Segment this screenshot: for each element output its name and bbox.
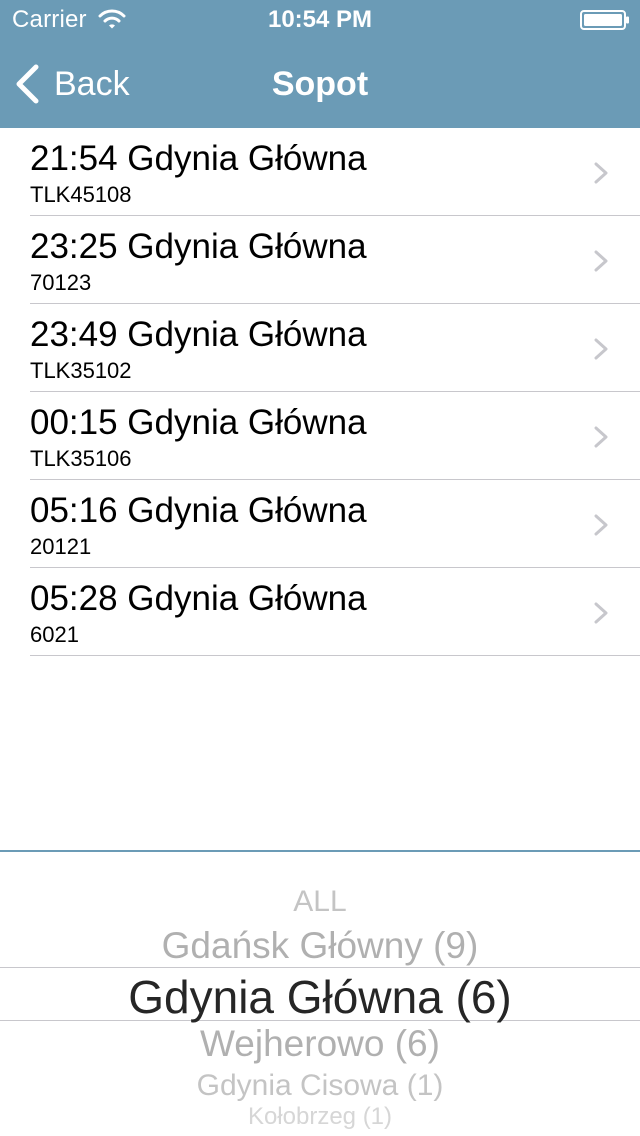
row-divider xyxy=(30,655,640,656)
battery-icon xyxy=(580,10,629,30)
train-number: 70123 xyxy=(30,270,92,295)
train-number: TLK35106 xyxy=(30,446,132,471)
train-list: 21:54 Gdynia Główna TLK45108 23:25 Gdyni… xyxy=(0,128,640,656)
station-picker[interactable]: ALL Gdańsk Główny (9) Gdynia Główna (6) … xyxy=(0,850,640,1136)
picker-divider xyxy=(0,850,640,852)
train-row[interactable]: 23:25 Gdynia Główna 70123 xyxy=(0,216,640,304)
chevron-right-icon xyxy=(594,426,608,448)
picker-option[interactable]: Wejherowo (6) xyxy=(0,1022,640,1066)
train-departure: 05:16 Gdynia Główna xyxy=(30,491,367,530)
chevron-right-icon xyxy=(594,514,608,536)
train-row[interactable]: 05:28 Gdynia Główna 6021 xyxy=(0,568,640,656)
screen: Carrier 10:54 PM Back Sopot 21:54 Gdynia… xyxy=(0,0,640,1136)
picker-option[interactable]: ALL xyxy=(0,884,640,920)
chevron-right-icon xyxy=(594,162,608,184)
page-title: Sopot xyxy=(271,65,369,103)
train-row[interactable]: 21:54 Gdynia Główna TLK45108 xyxy=(0,128,640,216)
train-departure: 00:15 Gdynia Główna xyxy=(30,403,367,442)
train-number: 6021 xyxy=(30,622,79,647)
train-number: TLK35102 xyxy=(30,358,132,383)
header: Carrier 10:54 PM Back Sopot xyxy=(0,0,640,128)
picker-option-selected[interactable]: Gdynia Główna (6) xyxy=(0,970,640,1024)
chevron-right-icon xyxy=(594,602,608,624)
picker-option[interactable]: Kołobrzeg (1) xyxy=(0,1102,640,1132)
train-row[interactable]: 23:49 Gdynia Główna TLK35102 xyxy=(0,304,640,392)
train-row[interactable]: 05:16 Gdynia Główna 20121 xyxy=(0,480,640,568)
picker-option[interactable]: Gdańsk Główny (9) xyxy=(0,924,640,968)
clock: 10:54 PM xyxy=(267,6,373,33)
train-departure: 05:28 Gdynia Główna xyxy=(30,579,367,618)
picker-option[interactable]: Gdynia Cisowa (1) xyxy=(0,1068,640,1104)
chevron-right-icon xyxy=(594,338,608,360)
chevron-right-icon xyxy=(594,250,608,272)
status-bar: Carrier 10:54 PM xyxy=(0,0,640,40)
train-number: TLK45108 xyxy=(30,182,132,207)
nav-bar: Back Sopot xyxy=(0,40,640,128)
train-row[interactable]: 00:15 Gdynia Główna TLK35106 xyxy=(0,392,640,480)
train-departure: 23:25 Gdynia Główna xyxy=(30,227,367,266)
train-departure: 23:49 Gdynia Główna xyxy=(30,315,367,354)
train-departure: 21:54 Gdynia Główna xyxy=(30,139,367,178)
train-number: 20121 xyxy=(30,534,92,559)
